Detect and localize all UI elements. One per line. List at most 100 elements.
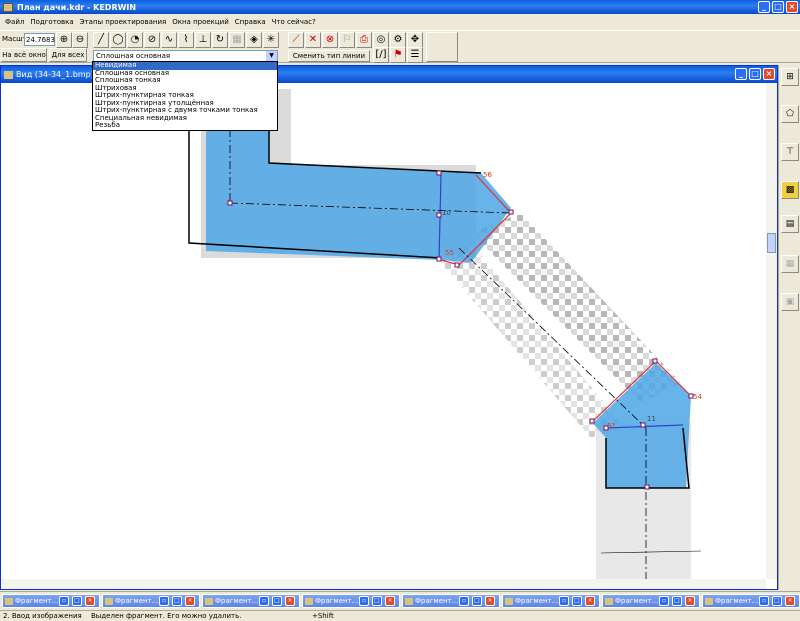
close-icon[interactable]: ×: [785, 596, 795, 606]
status-message: Выделен фрагмент. Его можно удалить.: [91, 612, 242, 620]
fragment-tab-label: Фрагмент...: [115, 597, 159, 605]
bracket-tool-icon[interactable]: [/]: [373, 47, 389, 63]
restore-icon[interactable]: ▫: [259, 596, 269, 606]
fragment-tab[interactable]: Фрагмент... ▫ □ ×: [202, 594, 300, 608]
fragment-tab[interactable]: Фрагмент... ▫ □ ×: [102, 594, 200, 608]
circle-tool-icon[interactable]: ◯: [110, 32, 126, 48]
maximize-icon[interactable]: □: [272, 596, 282, 606]
window-title: План дачи.kdr - KEDRWIN: [17, 2, 137, 12]
menu-whats-this[interactable]: Что сейчас?: [269, 18, 319, 26]
drawing-canvas[interactable]: 56 10 55 11 54 51: [1, 83, 766, 579]
restore-icon[interactable]: ▫: [59, 596, 69, 606]
close-icon[interactable]: ×: [685, 596, 695, 606]
disabled-icon-1: ▦: [781, 255, 799, 273]
settings-wheel-icon[interactable]: ⚙: [390, 32, 406, 48]
break-line-icon[interactable]: ⊗: [322, 32, 338, 48]
view-maximize-button[interactable]: □: [749, 68, 761, 80]
line-type-option[interactable]: Специальная невидимая: [93, 114, 277, 123]
layout-icon[interactable]: ⊞: [781, 68, 799, 86]
maximize-icon[interactable]: □: [772, 596, 782, 606]
ellipse-tool-icon[interactable]: ⊘: [144, 32, 160, 48]
menu-file[interactable]: Файл: [2, 18, 27, 26]
restore-icon[interactable]: ▫: [559, 596, 569, 606]
menu-projection-windows[interactable]: Окна проекций: [169, 18, 232, 26]
maximize-icon[interactable]: □: [472, 596, 482, 606]
fragment-tab[interactable]: Фрагмент... ▫ □ ×: [602, 594, 700, 608]
restore-icon[interactable]: ▫: [659, 596, 669, 606]
vertical-scrollbar[interactable]: [766, 83, 777, 579]
app-window: План дачи.kdr - KEDRWIN _ □ × Файл Подго…: [0, 0, 800, 621]
vertical-scroll-thumb[interactable]: [767, 233, 776, 253]
point-label-55: 55: [445, 249, 454, 257]
close-button[interactable]: ×: [786, 1, 798, 13]
zoom-out-icon[interactable]: ⊖: [72, 32, 88, 48]
close-icon[interactable]: ×: [585, 596, 595, 606]
right-toolbar: ⊞ ⬠ ⊤ ▩ ▤ ▦ ▣: [778, 65, 800, 590]
mirror-tool-icon[interactable]: ✳: [263, 32, 279, 48]
arc-tool-icon[interactable]: ◔: [127, 32, 143, 48]
maximize-icon[interactable]: □: [172, 596, 182, 606]
drawing-svg[interactable]: 56 10 55 11 54 51: [1, 83, 766, 579]
texture-icon[interactable]: ▩: [781, 181, 799, 199]
list-icon[interactable]: ☰: [407, 47, 423, 63]
maximize-icon[interactable]: □: [572, 596, 582, 606]
menu-prepare[interactable]: Подготовка: [27, 18, 76, 26]
fragment-tab[interactable]: Фрагмент... ▫ □ ×: [502, 594, 600, 608]
fragment-tab[interactable]: Фрагмент... ▫ □ ×: [702, 594, 800, 608]
menu-help[interactable]: Справка: [232, 18, 269, 26]
close-icon[interactable]: ×: [285, 596, 295, 606]
line-tool-icon[interactable]: ╱: [93, 32, 109, 48]
close-icon[interactable]: ×: [485, 596, 495, 606]
target-icon[interactable]: ◎: [373, 32, 389, 48]
fragment-tab[interactable]: Фрагмент... ▫ □ ×: [2, 594, 100, 608]
zoom-in-icon[interactable]: ⊕: [56, 32, 72, 48]
hatch-pattern-icon[interactable]: ▤: [781, 215, 799, 233]
horizontal-scrollbar[interactable]: [1, 579, 766, 589]
scale-input[interactable]: 24.7683: [24, 33, 55, 46]
status-bar: 2. Ввод изображения Выделен фрагмент. Ег…: [0, 610, 800, 621]
toolbar: Масшт 24.7683 ⊕ ⊖ На всё окно Для всех ╱…: [0, 30, 800, 63]
for-all-button[interactable]: Для всех: [49, 48, 87, 62]
close-icon[interactable]: ×: [185, 596, 195, 606]
close-icon[interactable]: ×: [385, 596, 395, 606]
restore-icon[interactable]: ▫: [459, 596, 469, 606]
point-label-51: 51: [607, 422, 616, 430]
fragment-tab[interactable]: Фрагмент... ▫ □ ×: [402, 594, 500, 608]
maximize-icon[interactable]: □: [372, 596, 382, 606]
delete-point-icon[interactable]: ✕: [305, 32, 321, 48]
curve-tool-icon[interactable]: ⌇: [178, 32, 194, 48]
point-label-54: 54: [693, 393, 702, 401]
view-window: Вид (34-34_1.bmp) _ □ × 56 10 55 11 54 5…: [0, 65, 778, 590]
fragment-tab-label: Фрагмент...: [15, 597, 59, 605]
close-icon[interactable]: ×: [85, 596, 95, 606]
restore-icon[interactable]: ▫: [759, 596, 769, 606]
spline-tool-icon[interactable]: ∿: [161, 32, 177, 48]
change-line-type-button[interactable]: Сменить тип линии: [288, 50, 370, 62]
restore-icon[interactable]: ▫: [159, 596, 169, 606]
view-close-button[interactable]: ×: [763, 68, 775, 80]
polygon-tool-icon[interactable]: ⬠: [781, 105, 799, 123]
maximize-button[interactable]: □: [772, 1, 784, 13]
restore-icon[interactable]: ▫: [359, 596, 369, 606]
maximize-icon[interactable]: □: [672, 596, 682, 606]
measure-icon[interactable]: ⊤: [781, 143, 799, 161]
dimension-tool-icon[interactable]: ⊥: [195, 32, 211, 48]
status-modifier: +Shift: [312, 612, 334, 620]
view-minimize-button[interactable]: _: [735, 68, 747, 80]
rotate-tool-icon[interactable]: ↻: [212, 32, 228, 48]
fragment-tab[interactable]: Фрагмент... ▫ □ ×: [302, 594, 400, 608]
erase-icon[interactable]: ⚐: [339, 32, 355, 48]
line-type-select-value: Сплошная основная: [96, 52, 171, 60]
minimize-button[interactable]: _: [758, 1, 770, 13]
trim-line-icon[interactable]: ⟋: [288, 32, 304, 48]
hatch-icon[interactable]: ⚑: [390, 47, 406, 63]
menu-stages[interactable]: Этапы проектирования: [77, 18, 170, 26]
fit-all-button[interactable]: На всё окно: [1, 48, 47, 62]
maximize-icon[interactable]: □: [72, 596, 82, 606]
menu-bar: Файл Подготовка Этапы проектирования Окн…: [0, 15, 800, 29]
snap-point-icon[interactable]: ◈: [246, 32, 262, 48]
printer-icon[interactable]: ⎙: [356, 32, 372, 48]
chevron-down-icon[interactable]: ▼: [266, 51, 277, 61]
bolt-icon[interactable]: ✥: [407, 32, 423, 48]
line-type-option[interactable]: Резьба: [93, 121, 277, 130]
